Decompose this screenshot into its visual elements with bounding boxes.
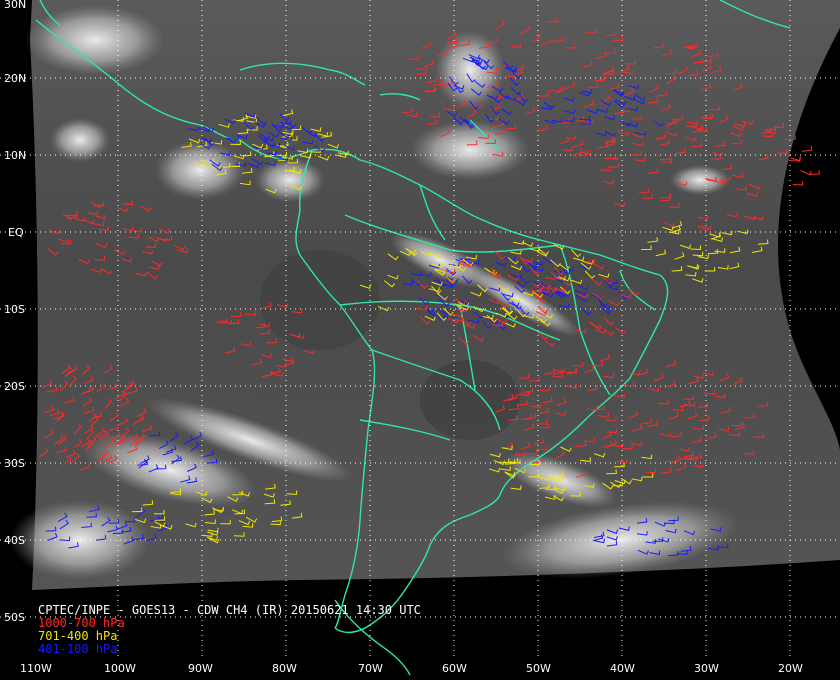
wind-barb (790, 156, 802, 162)
lat-label: 30N (4, 0, 26, 11)
longitude-labels: 110W 100W 90W 80W 70W 60W 50W 40W 30W 20… (20, 662, 803, 675)
wind-barb (801, 146, 813, 152)
legend-high-level: 401-100 hPa (38, 642, 118, 656)
lat-label: 20N (4, 72, 26, 85)
lon-label: 110W (20, 662, 52, 675)
lat-label: 30S (4, 457, 25, 470)
lon-label: 20W (778, 662, 803, 675)
lon-label: 50W (526, 662, 551, 675)
lon-label: 100W (104, 662, 136, 675)
lon-label: 60W (442, 662, 467, 675)
lat-label: 10N (4, 149, 26, 162)
lon-label: 70W (358, 662, 383, 675)
lat-label: 20S (4, 380, 25, 393)
lon-label: 30W (694, 662, 719, 675)
lat-label: EQ (8, 226, 24, 239)
lat-label: 40S (4, 534, 25, 547)
lon-label: 90W (188, 662, 213, 675)
satellite-image-area (30, 0, 840, 590)
map-caption: CPTEC/INPE - GOES13 - CDW CH4 (IR) 20150… (38, 604, 421, 656)
lon-label: 80W (272, 662, 297, 675)
lat-label: 10S (4, 303, 25, 316)
satellite-wind-map: 30N 20N 10N EQ 10S 20S 30S 40S 50S 110W … (0, 0, 840, 676)
lat-label: 50S (4, 611, 25, 624)
lon-label: 40W (610, 662, 635, 675)
wind-barb (792, 181, 804, 186)
